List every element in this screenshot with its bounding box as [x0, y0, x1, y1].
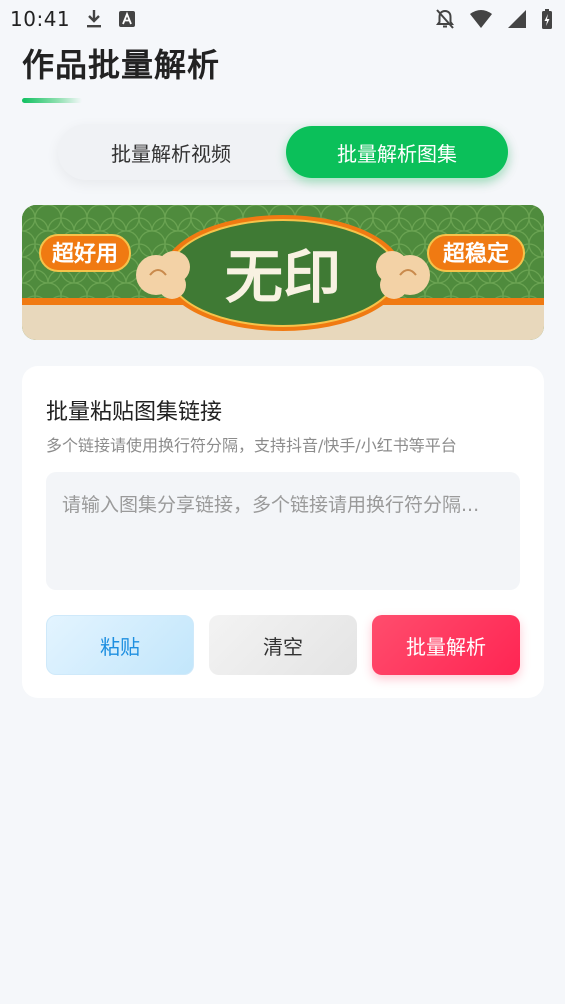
clear-button[interactable]: 清空: [209, 615, 357, 675]
batch-parse-button[interactable]: 批量解析: [372, 615, 520, 675]
gallery-link-input[interactable]: [46, 472, 520, 590]
title-underline: [22, 98, 82, 103]
batch-paste-card: 批量粘贴图集链接 多个链接请使用换行符分隔，支持抖音/快手/小红书等平台 粘贴 …: [22, 366, 544, 698]
status-right: [435, 8, 553, 30]
battery-charging-icon: [541, 8, 553, 30]
card-subtitle: 多个链接请使用换行符分隔，支持抖音/快手/小红书等平台: [46, 436, 457, 455]
notifications-off-icon: [435, 8, 455, 30]
promo-banner: 超好用 超稳定 无印: [22, 205, 544, 340]
cellular-signal-icon: [507, 9, 527, 29]
banner-right-badge: 超稳定: [443, 241, 509, 267]
status-left: 10:41: [10, 7, 136, 31]
tab-batch-gallery[interactable]: 批量解析图集: [286, 126, 508, 178]
banner-graphic: 超好用 超稳定 无印: [22, 205, 544, 340]
status-bar: 10:41: [0, 0, 565, 38]
page-title: 作品批量解析: [22, 46, 221, 84]
card-title: 批量粘贴图集链接: [46, 400, 223, 425]
wifi-icon: [469, 9, 493, 29]
banner-center-text: 无印: [225, 243, 341, 311]
tab-bar: 批量解析视频 批量解析图集: [58, 124, 510, 180]
text-a-icon: [118, 10, 136, 28]
status-time: 10:41: [10, 7, 71, 31]
tab-batch-video[interactable]: 批量解析视频: [60, 126, 282, 178]
download-icon: [84, 8, 104, 30]
paste-button[interactable]: 粘贴: [46, 615, 194, 675]
banner-left-badge: 超好用: [52, 241, 118, 267]
